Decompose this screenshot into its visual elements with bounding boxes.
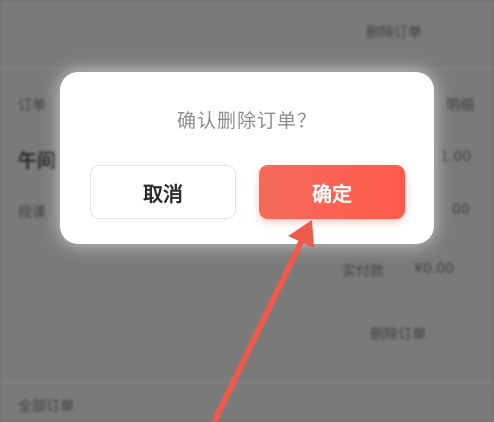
- bg-course-value: 00: [452, 202, 470, 218]
- dialog-title: 确认删除订单？: [176, 110, 317, 132]
- bg-order-label: 订单: [18, 98, 46, 114]
- confirm-delete-dialog: 确认删除订单？ 取消 确定: [60, 72, 434, 244]
- bg-delete-order-button: 删除订单: [370, 327, 426, 343]
- bg-paid-label: 实付款: [342, 264, 384, 280]
- divider: [0, 382, 494, 383]
- bg-delete-order-link: 删除订单: [366, 25, 422, 41]
- confirm-button[interactable]: 确定: [259, 165, 405, 219]
- bg-teacher-label: 授课: [18, 205, 46, 221]
- bg-course-price: 1.00: [440, 149, 472, 165]
- cancel-button[interactable]: 取消: [90, 165, 236, 219]
- bg-detail-link: 明细: [446, 98, 474, 114]
- bg-paid-value: ¥0.00: [414, 261, 455, 277]
- bg-course-title: 午间: [18, 150, 57, 172]
- bg-footer-text: 全部订单: [18, 399, 74, 415]
- divider: [0, 68, 494, 69]
- screen: 删除订单 订单 明细 午间 1.00 授课 00 实付款 ¥0.00 删除订单 …: [0, 0, 494, 422]
